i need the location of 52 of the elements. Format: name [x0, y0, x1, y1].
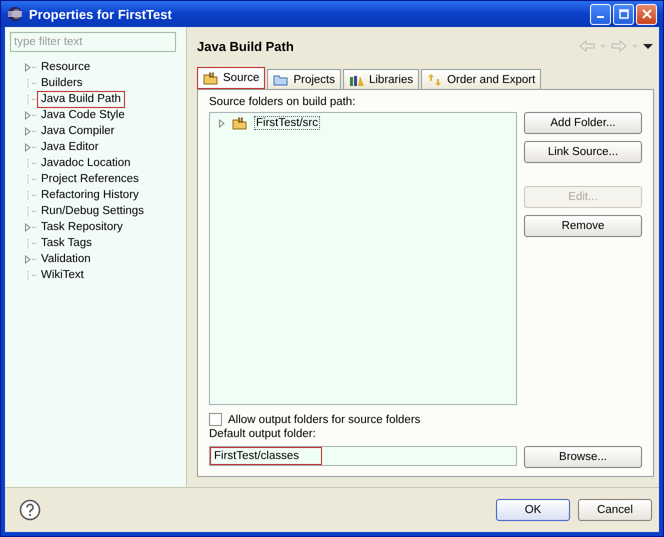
filter-field[interactable]: type filter text: [10, 32, 176, 52]
help-icon[interactable]: [19, 499, 41, 521]
expand-icon[interactable]: [24, 62, 32, 72]
tab[interactable]: Order and Export: [421, 69, 542, 89]
sidebar-item[interactable]: Javadoc Location: [37, 154, 135, 172]
dialog-button[interactable]: OK: [496, 499, 570, 521]
sidebar-item[interactable]: WikiText: [37, 266, 88, 284]
tab[interactable]: Projects: [267, 69, 341, 89]
expand-icon[interactable]: [24, 142, 32, 152]
sidebar-item[interactable]: Java Compiler: [37, 122, 118, 140]
sidebar-item[interactable]: Task Repository: [37, 218, 127, 236]
arrows-icon: [427, 72, 444, 86]
sidebar-item[interactable]: Task Tags: [37, 234, 96, 252]
minimize-button[interactable]: [590, 4, 611, 24]
eclipse-icon: [7, 6, 23, 22]
sidebar-item[interactable]: Java Build Path: [37, 90, 125, 108]
expand-icon[interactable]: [24, 110, 32, 120]
action-button[interactable]: Remove: [524, 215, 642, 237]
page-title: Java Build Path: [197, 38, 294, 54]
sidebar-item[interactable]: Java Code Style: [37, 106, 129, 124]
output-folder-field[interactable]: FirstTest/classes: [209, 446, 517, 466]
action-button[interactable]: Link Source...: [524, 141, 642, 163]
sidebar-item[interactable]: Project References: [37, 170, 143, 188]
expand-icon[interactable]: [24, 222, 32, 232]
source-folder-icon: [232, 116, 248, 130]
dialog-button[interactable]: Cancel: [578, 499, 652, 521]
browse-button[interactable]: Browse...: [524, 446, 642, 468]
expand-icon[interactable]: [24, 126, 32, 136]
sidebar-item[interactable]: Validation: [37, 250, 95, 268]
close-button[interactable]: [636, 4, 657, 24]
close-icon: [642, 9, 652, 19]
minimize-icon: [597, 16, 604, 18]
source-folders-label: Source folders on build path:: [209, 95, 356, 110]
source-folder-item[interactable]: FirstTest/src: [254, 116, 320, 130]
sidebar-item[interactable]: Refactoring History: [37, 186, 143, 204]
tab[interactable]: Source: [197, 67, 266, 89]
expand-icon[interactable]: [218, 118, 226, 128]
sidebar-item[interactable]: Run/Debug Settings: [37, 202, 148, 220]
checkbox-label: Allow output folders for source folders: [228, 414, 420, 426]
folder-icon: [273, 72, 290, 86]
checkbox[interactable]: [209, 413, 222, 426]
expand-icon[interactable]: [24, 254, 32, 264]
sidebar-item[interactable]: Java Editor: [37, 138, 103, 156]
output-folder-label: Default output folder:: [209, 427, 317, 442]
window-title: Properties for FirstTest: [29, 6, 173, 22]
action-button[interactable]: Add Folder...: [524, 112, 642, 134]
maximize-icon: [618, 9, 628, 19]
sidebar-item[interactable]: Builders: [37, 74, 87, 92]
maximize-button[interactable]: [613, 4, 634, 24]
tab[interactable]: Libraries: [342, 69, 420, 89]
sidebar-item[interactable]: Resource: [37, 58, 94, 76]
source-folder-icon: [203, 71, 219, 85]
